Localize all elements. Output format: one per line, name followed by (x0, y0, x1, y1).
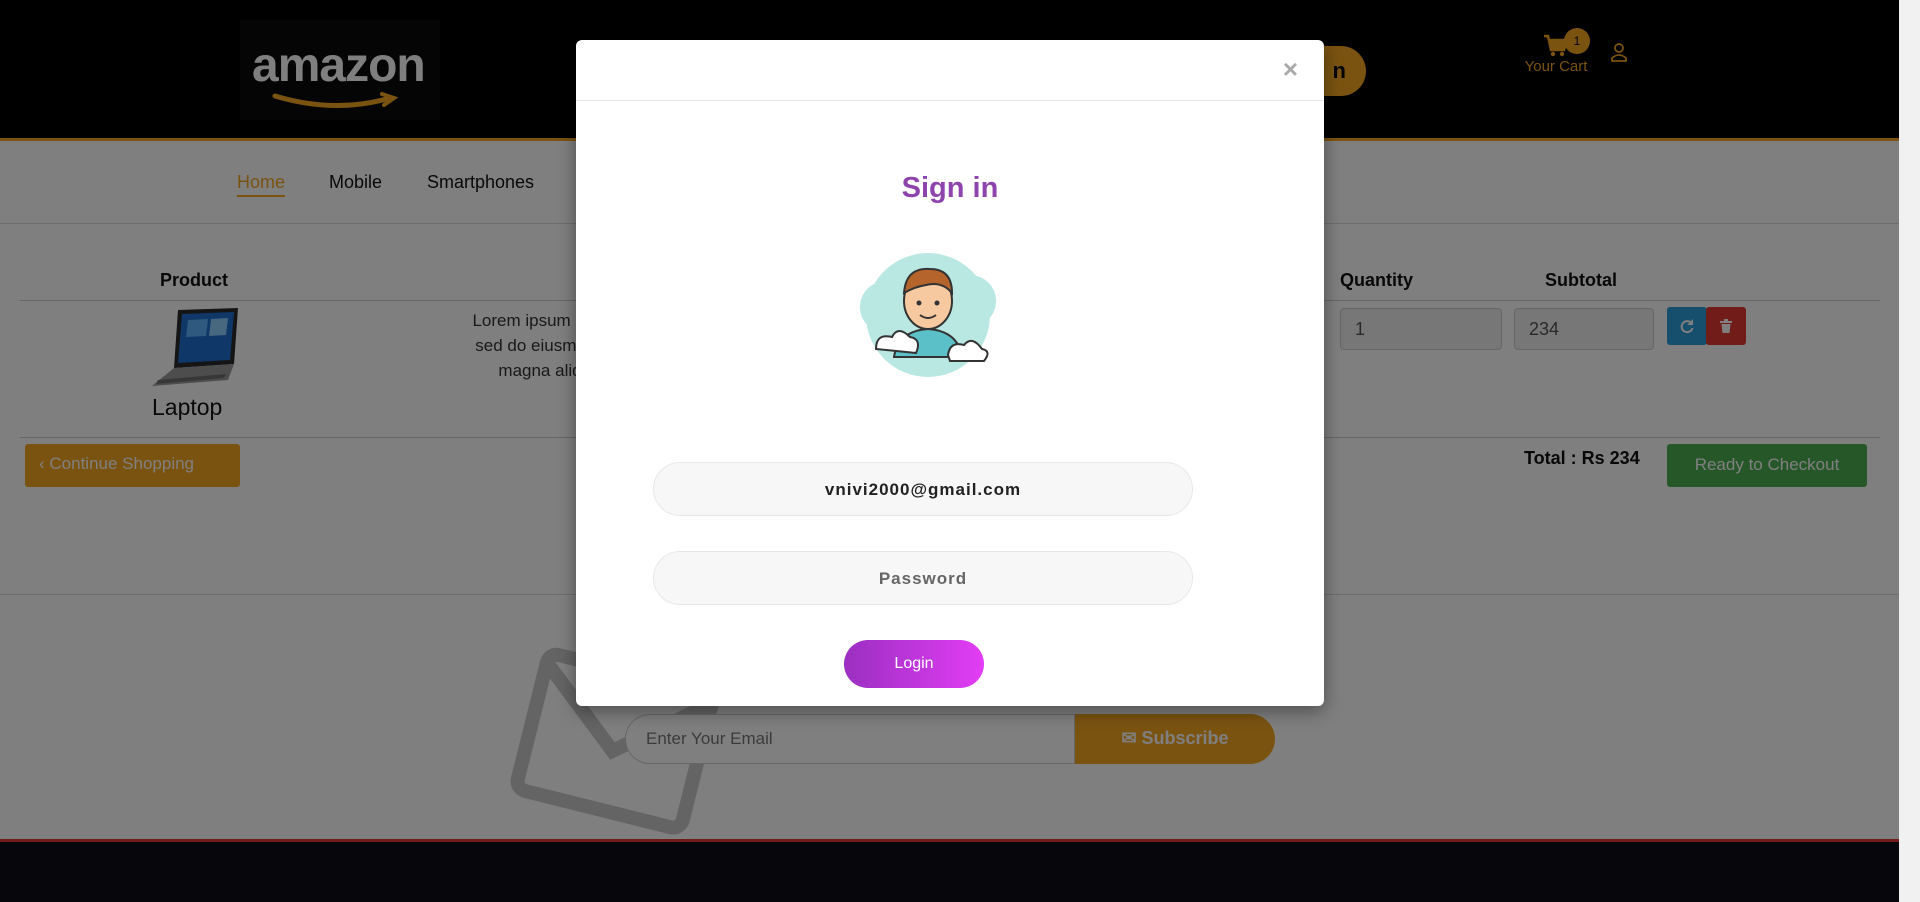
password-field[interactable]: Password (653, 551, 1193, 605)
user-avatar-illustration (860, 253, 996, 377)
page-scrollbar[interactable] (1899, 0, 1920, 902)
modal-header: × (576, 40, 1324, 101)
login-button[interactable]: Login (844, 640, 984, 688)
signin-title: Sign in (901, 172, 999, 204)
close-icon[interactable]: × (1283, 54, 1298, 85)
signin-modal: × Sign in vnivi2000@gmail.com Password L… (576, 40, 1324, 706)
email-field[interactable]: vnivi2000@gmail.com (653, 462, 1193, 516)
